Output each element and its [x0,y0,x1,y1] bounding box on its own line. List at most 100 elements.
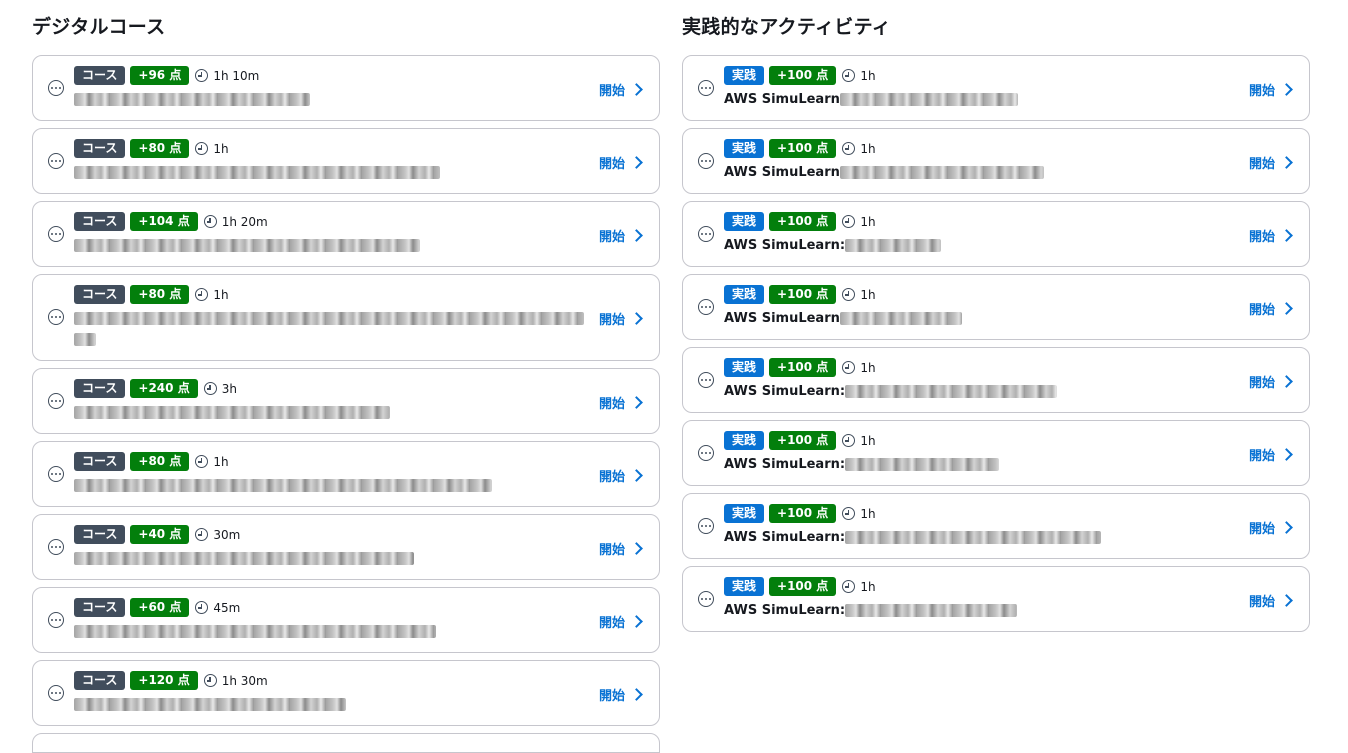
ellipsis-circle-icon[interactable] [48,685,64,701]
chevron-right-icon [630,396,643,409]
activity-title[interactable]: AWS SimuLearn [724,310,962,326]
points-badge: +100 点 [769,139,837,158]
activity-card[interactable]: 実践 +100 点 1h AWS SimuLearn: 開始 [682,420,1310,486]
course-card-partial[interactable] [32,733,660,753]
activity-card[interactable]: 実践 +100 点 1h AWS SimuLearn: 開始 [682,493,1310,559]
activity-card[interactable]: 実践 +100 点 1h AWS SimuLearn 開始 [682,274,1310,340]
start-link[interactable]: 開始 [1249,591,1293,610]
activity-card[interactable]: 実践 +100 点 1h AWS SimuLearn: 開始 [682,566,1310,632]
course-card[interactable]: コース +120 点 1h 30m 開始 [32,660,660,726]
points-badge: +100 点 [769,285,837,304]
ellipsis-circle-icon[interactable] [698,445,714,461]
activity-meta: 実践 +100 点 1h [724,577,876,596]
type-badge: 実践 [724,212,765,231]
start-link[interactable]: 開始 [599,393,643,412]
course-meta: コース +96 点 1h 10m [74,66,259,85]
start-link[interactable]: 開始 [599,685,643,704]
ellipsis-circle-icon[interactable] [48,153,64,169]
course-title[interactable] [74,696,346,712]
start-link[interactable]: 開始 [599,80,643,99]
points-badge: +100 点 [769,358,837,377]
start-link[interactable]: 開始 [1249,153,1293,172]
course-card[interactable]: コース +240 点 3h 開始 [32,368,660,434]
start-link[interactable]: 開始 [1249,80,1293,99]
activity-card[interactable]: 実践 +100 点 1h AWS SimuLearn: 開始 [682,347,1310,413]
ellipsis-circle-icon[interactable] [48,612,64,628]
activity-title[interactable]: AWS SimuLearn: [724,456,1000,472]
start-link[interactable]: 開始 [599,153,643,172]
start-link[interactable]: 開始 [599,466,643,485]
course-title[interactable] [74,550,414,566]
type-badge: 実践 [724,66,765,85]
course-title[interactable] [74,237,420,253]
ellipsis-circle-icon[interactable] [48,80,64,96]
digital-courses-heading: デジタルコース [32,16,166,38]
chevron-right-icon [1280,448,1293,461]
duration-label: 1h [860,433,876,448]
activity-title[interactable]: AWS SimuLearn [724,91,1018,107]
ellipsis-circle-icon[interactable] [48,539,64,555]
activity-title[interactable]: AWS SimuLearn: [724,383,1058,399]
activity-card[interactable]: 実践 +100 点 1h AWS SimuLearn: 開始 [682,201,1310,267]
ellipsis-circle-icon[interactable] [698,226,714,242]
course-card[interactable]: コース +80 点 1h 開始 [32,274,660,361]
course-meta: コース +240 点 3h [74,379,237,398]
course-title[interactable] [74,91,310,107]
start-link[interactable]: 開始 [1249,372,1293,391]
course-card[interactable]: コース +104 点 1h 20m 開始 [32,201,660,267]
chevron-right-icon [630,229,643,242]
course-title[interactable] [74,164,440,180]
activity-meta: 実践 +100 点 1h [724,285,876,304]
course-title[interactable] [74,623,436,639]
ellipsis-circle-icon[interactable] [48,309,64,325]
start-link[interactable]: 開始 [599,226,643,245]
activity-title[interactable]: AWS SimuLearn: [724,237,942,253]
start-link[interactable]: 開始 [599,539,643,558]
start-link[interactable]: 開始 [1249,518,1293,537]
activity-meta: 実践 +100 点 1h [724,431,876,450]
ellipsis-circle-icon[interactable] [48,393,64,409]
redacted-title [839,165,1044,179]
start-link[interactable]: 開始 [599,309,643,328]
ellipsis-circle-icon[interactable] [698,80,714,96]
ellipsis-circle-icon[interactable] [698,372,714,388]
ellipsis-circle-icon[interactable] [48,226,64,242]
clock-icon [195,288,209,301]
chevron-right-icon [1280,375,1293,388]
chevron-right-icon [630,312,643,325]
duration-label: 1h [860,579,876,594]
course-card[interactable]: コース +40 点 30m 開始 [32,514,660,580]
start-link[interactable]: 開始 [599,612,643,631]
activity-card[interactable]: 実践 +100 点 1h AWS SimuLearn 開始 [682,55,1310,121]
redacted-title [845,238,942,252]
start-link[interactable]: 開始 [1249,445,1293,464]
course-card[interactable]: コース +96 点 1h 10m 開始 [32,55,660,121]
start-link[interactable]: 開始 [1249,226,1293,245]
course-meta: コース +104 点 1h 20m [74,212,268,231]
clock-icon [842,580,856,593]
ellipsis-circle-icon[interactable] [698,153,714,169]
course-card[interactable]: コース +60 点 45m 開始 [32,587,660,653]
type-badge: 実践 [724,358,765,377]
start-link[interactable]: 開始 [1249,299,1293,318]
type-badge: コース [74,452,126,471]
ellipsis-circle-icon[interactable] [698,591,714,607]
title-prefix: AWS SimuLearn [724,164,840,180]
activity-title[interactable]: AWS SimuLearn: [724,529,1102,545]
duration-label: 45m [213,600,241,615]
duration-label: 1h [860,287,876,302]
activity-meta: 実践 +100 点 1h [724,66,876,85]
course-meta: コース +40 点 30m [74,525,240,544]
activity-title[interactable]: AWS SimuLearn [724,164,1044,180]
course-card[interactable]: コース +80 点 1h 開始 [32,441,660,507]
ellipsis-circle-icon[interactable] [698,299,714,315]
course-title[interactable] [74,477,492,493]
course-title[interactable] [74,404,390,420]
course-title[interactable] [74,310,584,326]
ellipsis-circle-icon[interactable] [698,518,714,534]
activity-title[interactable]: AWS SimuLearn: [724,602,1018,618]
activity-card[interactable]: 実践 +100 点 1h AWS SimuLearn 開始 [682,128,1310,194]
course-card[interactable]: コース +80 点 1h 開始 [32,128,660,194]
points-badge: +100 点 [769,212,837,231]
ellipsis-circle-icon[interactable] [48,466,64,482]
